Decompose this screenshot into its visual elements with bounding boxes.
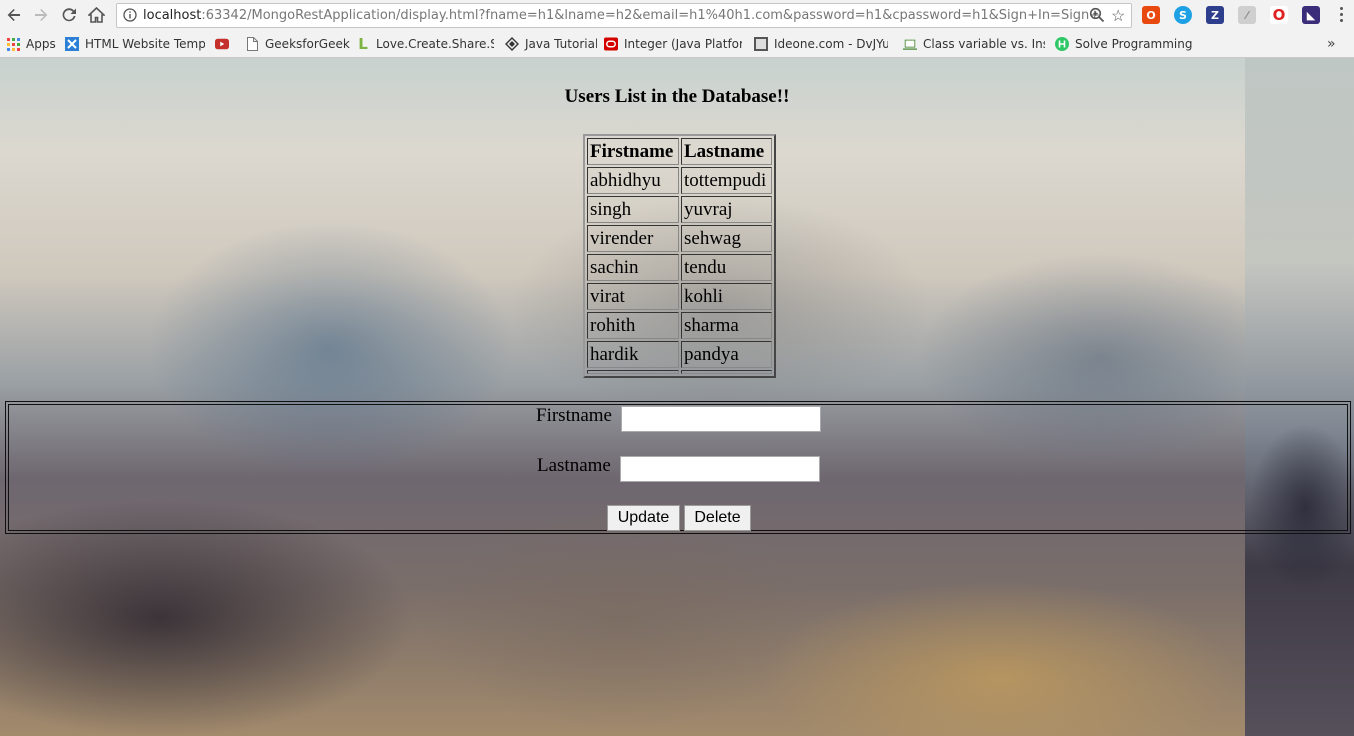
x-logo-icon <box>65 37 79 51</box>
cell-firstname: singh <box>587 196 679 223</box>
office-extension-icon[interactable]: O <box>1142 6 1160 24</box>
column-header-firstname: Firstname <box>587 138 679 165</box>
cell-firstname: virender <box>587 225 679 252</box>
zotero-extension-icon[interactable]: Z <box>1206 6 1224 24</box>
table-row: abhidhyu tottempudi <box>587 167 772 194</box>
opera-extension-icon[interactable]: O <box>1270 6 1288 24</box>
bookmark-apps[interactable]: Apps <box>6 35 58 53</box>
table-row: rohith sharma <box>587 312 772 339</box>
cell-lastname: kohli <box>681 283 772 310</box>
bookmark-ideone[interactable]: Ideone.com - DvJYu2 <box>754 35 888 53</box>
update-form-inner-border: Firstname Lastname Update Delete <box>8 404 1348 531</box>
table-row: virat kohli <box>587 283 772 310</box>
background-strip <box>1245 58 1354 736</box>
skype-extension-icon[interactable]: S <box>1174 6 1192 24</box>
back-icon[interactable] <box>3 4 25 26</box>
lastname-input[interactable] <box>620 456 820 482</box>
lastname-label: Lastname <box>537 455 611 476</box>
cell-firstname: sachin <box>587 254 679 281</box>
youtube-icon <box>215 37 229 51</box>
update-form: Firstname Lastname Update Delete <box>5 401 1351 534</box>
table-row: singh yuvraj <box>587 196 772 223</box>
bookmark-star-icon[interactable]: ☆ <box>1111 6 1125 26</box>
table-header-row: Firstname Lastname <box>587 138 772 165</box>
cell-lastname: sehwag <box>681 225 772 252</box>
cell-empty <box>587 370 679 374</box>
firstname-label: Firstname <box>536 405 612 426</box>
cell-lastname: pandya <box>681 341 772 368</box>
info-icon[interactable] <box>123 8 137 27</box>
browser-toolbar: localhost:63342/MongoRestApplication/dis… <box>0 0 1354 31</box>
bookmark-geeksforgeeks[interactable]: GeeksforGeeks <box>245 35 350 53</box>
column-header-lastname: Lastname <box>681 138 772 165</box>
bookmark-solve-programming[interactable]: Solve Programming C <box>1055 35 1193 53</box>
bookmark-love-create-share[interactable]: L Love.Create.Share.Sho <box>356 35 494 53</box>
bookmark-java-tutorial[interactable]: Java Tutorial <box>505 35 597 53</box>
browser-menu-icon[interactable] <box>1336 5 1346 25</box>
forward-icon[interactable] <box>30 4 52 26</box>
hackerrank-icon <box>1055 37 1069 51</box>
users-table: Firstname Lastname abhidhyu tottempudi s… <box>583 134 776 378</box>
cell-lastname: tottempudi <box>681 167 772 194</box>
home-icon[interactable] <box>85 4 107 26</box>
l-logo-icon: L <box>358 35 368 53</box>
dark-extension-icon[interactable]: ◣ <box>1302 6 1320 24</box>
address-bar[interactable]: localhost:63342/MongoRestApplication/dis… <box>116 3 1132 28</box>
pdf-extension-icon[interactable]: ⁄ <box>1238 6 1256 24</box>
diamond-icon <box>505 37 519 51</box>
page-icon <box>245 37 259 51</box>
reload-icon[interactable] <box>58 4 80 26</box>
page-title: Users List in the Database!! <box>564 86 790 107</box>
zoom-icon[interactable] <box>1089 7 1105 28</box>
update-button[interactable]: Update <box>607 505 680 531</box>
firstname-input[interactable] <box>621 406 821 432</box>
url-text: localhost:63342/MongoRestApplication/dis… <box>143 8 1101 23</box>
cell-lastname: tendu <box>681 254 772 281</box>
oracle-icon <box>604 37 618 51</box>
cell-empty <box>681 370 772 374</box>
bookmark-youtube[interactable] <box>215 35 235 53</box>
table-row: virender sehwag <box>587 225 772 252</box>
bookmark-class-variable[interactable]: Class variable vs. Insta <box>903 35 1045 53</box>
table-row: sachin tendu <box>587 254 772 281</box>
table-row-empty <box>587 370 772 374</box>
cell-firstname: abhidhyu <box>587 167 679 194</box>
cell-firstname: hardik <box>587 341 679 368</box>
delete-button[interactable]: Delete <box>684 505 751 531</box>
apps-grid-icon <box>6 37 20 51</box>
page-viewport: Users List in the Database!! Firstname L… <box>0 58 1354 736</box>
cell-firstname: rohith <box>587 312 679 339</box>
cell-lastname: sharma <box>681 312 772 339</box>
bookmark-html-templates[interactable]: HTML Website Templa <box>65 35 205 53</box>
laptop-icon <box>903 37 917 51</box>
bookmark-integer-java[interactable]: Integer (Java Platform <box>604 35 742 53</box>
bookmarks-bar: Apps HTML Website Templa GeeksforGeeks L… <box>0 31 1354 58</box>
table-row: hardik pandya <box>587 341 772 368</box>
cell-firstname: virat <box>587 283 679 310</box>
cell-lastname: yuvraj <box>681 196 772 223</box>
bookmarks-overflow-icon[interactable]: » <box>1327 36 1336 52</box>
ideone-icon <box>754 37 768 51</box>
